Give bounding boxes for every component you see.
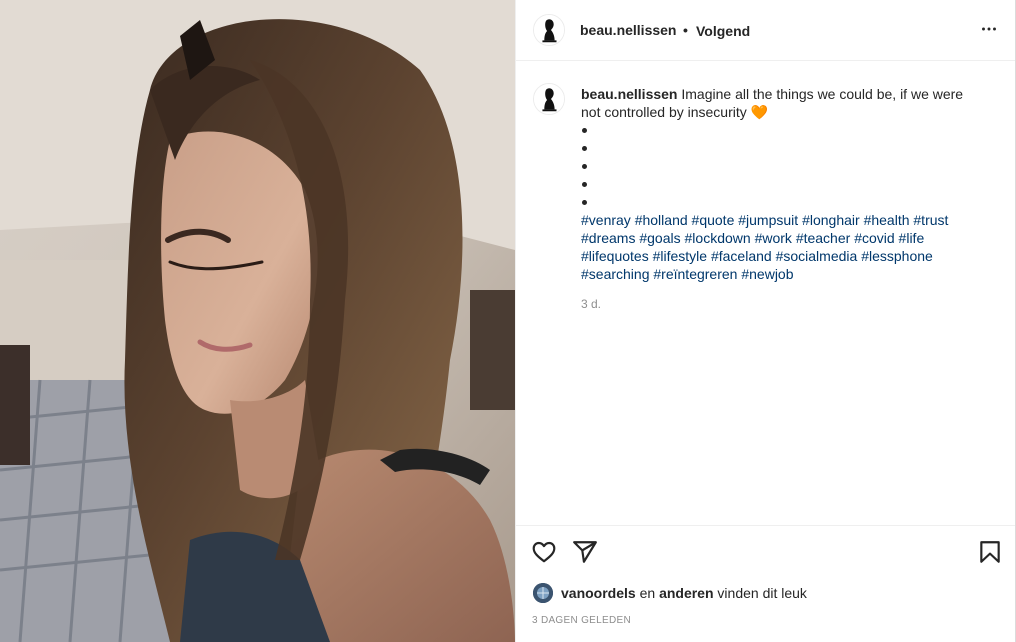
hashtag-link[interactable]: #reïntegreren (653, 266, 737, 282)
profile-silhouette-icon (534, 84, 564, 114)
caption-bullet (581, 175, 981, 193)
bookmark-icon (980, 541, 1000, 563)
liker-username[interactable]: vanoordels (561, 585, 636, 601)
post-details-panel: beau.nellissen • Volgend beau.nellissen … (515, 0, 1016, 642)
hashtag-link[interactable]: #life (899, 230, 925, 246)
header-separator: • (683, 22, 688, 38)
action-bar: vanoordels en anderen vinden dit leuk 3 … (516, 525, 1015, 642)
caption-bullet (581, 193, 981, 211)
share-icon (573, 541, 597, 563)
caption-age: 3 d. (581, 297, 602, 311)
hashtag-link[interactable]: #health (864, 212, 910, 228)
hashtag-link[interactable]: #faceland (711, 248, 772, 264)
hashtag-link[interactable]: #lifestyle (653, 248, 707, 264)
hashtag-link[interactable]: #lifequotes (581, 248, 649, 264)
caption-bullet (581, 157, 981, 175)
hashtag-link[interactable]: #holland (635, 212, 688, 228)
more-options-icon[interactable] (978, 18, 1000, 40)
hashtag-link[interactable]: #work (755, 230, 792, 246)
post-photo[interactable] (0, 0, 515, 642)
globe-avatar-icon (533, 583, 553, 603)
orange-heart-emoji: 🧡 (750, 104, 769, 120)
share-button[interactable] (572, 539, 598, 565)
save-button[interactable] (977, 539, 1003, 565)
likes-suffix: vinden dit leuk (717, 585, 807, 601)
caption-bullets (581, 121, 981, 211)
hashtag-link[interactable]: #searching (581, 266, 650, 282)
author-username[interactable]: beau.nellissen (580, 22, 676, 38)
post-dialog: beau.nellissen • Volgend beau.nellissen … (0, 0, 1016, 642)
hashtag-link[interactable]: #teacher (796, 230, 850, 246)
hashtag-link[interactable]: #trust (913, 212, 948, 228)
post-timestamp: 3 DAGEN GELEDEN (532, 615, 631, 626)
hashtag-link[interactable]: #venray (581, 212, 631, 228)
likes-others-link[interactable]: anderen (659, 585, 713, 601)
hashtag-link[interactable]: #socialmedia (776, 248, 858, 264)
like-button[interactable] (531, 539, 557, 565)
hashtag-link[interactable]: #lockdown (685, 230, 751, 246)
hashtag-link[interactable]: #longhair (802, 212, 860, 228)
caption-bullet (581, 139, 981, 157)
follow-status-button[interactable]: Volgend (696, 23, 750, 39)
hashtag-link[interactable]: #goals (639, 230, 680, 246)
hashtag-link[interactable]: #dreams (581, 230, 635, 246)
likes-summary: vanoordels en anderen vinden dit leuk (533, 583, 807, 603)
hashtag-link[interactable]: #lessphone (861, 248, 933, 264)
hashtag-link[interactable]: #covid (854, 230, 894, 246)
caption-section: beau.nellissen Imagine all the things we… (516, 61, 1015, 525)
caption-username[interactable]: beau.nellissen (581, 86, 677, 102)
hashtag-list: #venray #holland #quote #jumpsuit #longh… (581, 211, 981, 283)
profile-silhouette-icon (534, 15, 564, 45)
hashtag-link[interactable]: #quote (692, 212, 735, 228)
caption-author-avatar[interactable] (533, 83, 565, 115)
hashtag-link[interactable]: #jumpsuit (738, 212, 798, 228)
post-header: beau.nellissen • Volgend (516, 0, 1015, 61)
caption-text: beau.nellissen Imagine all the things we… (581, 85, 981, 283)
heart-icon (532, 541, 556, 563)
caption-bullet (581, 121, 981, 139)
liker-avatar[interactable] (533, 583, 553, 603)
author-avatar[interactable] (533, 14, 565, 46)
woman-portrait-photo (0, 0, 515, 642)
hashtag-link[interactable]: #newjob (741, 266, 793, 282)
likes-conjunction: en (639, 585, 656, 601)
